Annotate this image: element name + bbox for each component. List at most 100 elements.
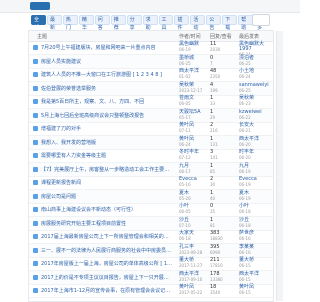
thread-row[interactable]: 2017年上海市1-12月的宣传会事，在原有管理会会议记录中人，关注群号 黄叶凤… xyxy=(29,284,273,298)
thread-stats-cell: 11 2030 xyxy=(210,42,236,53)
thread-last-date: 06-25 xyxy=(239,60,251,66)
thread-title[interactable]: 房屋人员实施建议 xyxy=(41,58,173,65)
header-author: 作者/时间 xyxy=(179,34,201,40)
thread-title[interactable]: 【7】完美展厅上午，房客整从一步略造动工会工作主要人事选举长委中新的后数 xyxy=(41,166,173,173)
site-logo[interactable] xyxy=(30,2,50,10)
thread-author-cell: 黄叶凤 06-24 xyxy=(179,136,207,147)
thread-stats-cell: 1 40 xyxy=(210,190,236,201)
thread-last-date: 06-18 xyxy=(239,209,251,214)
thread-title[interactable]: 课程更新报告新闻 xyxy=(41,179,173,186)
thread-date: 07-10 xyxy=(179,222,191,228)
thread-row[interactable]: 2017年房屋版上一届上海，房屋公司的单体高级公所 [ 1 2 ... 22 ]… xyxy=(29,257,273,271)
thread-status-icon xyxy=(33,153,38,158)
thread-row[interactable]: 7月20号上午福建版块，房屋和网吧来一片重点内容 黑色幽默 06-19 11 2… xyxy=(29,41,273,57)
thread-stats-cell: 48 2350 xyxy=(210,69,236,80)
thread-last-cell: 吴秋荣 06-23 xyxy=(239,96,271,107)
thread-row[interactable]: 5月上海七回后全班高级商议会只整顿整改报告 天骏坛5A 05-17 1 29 k… xyxy=(29,108,273,123)
thread-last-cell: 西太平洋 06-15 xyxy=(239,271,271,282)
tab-1[interactable]: 最新 xyxy=(46,15,62,31)
tab-11[interactable]: 公告 xyxy=(206,15,222,31)
thread-status-icon xyxy=(33,72,38,77)
thread-row[interactable]: 需要哪里有人力资金等级主题 冬时丰年 07-12 3 141 时丰年 06-20 xyxy=(29,149,273,163)
top-bar xyxy=(0,0,300,13)
thread-row[interactable]: 我想入、我开发的营地版 黄叶凤 06-24 1 131 西太平洋 06-20 xyxy=(29,135,273,150)
thread-row[interactable]: 课程更新报告新闻 Evecca 05-16 2 30 Evecca 06-19 xyxy=(29,176,273,190)
thread-status-icon xyxy=(33,247,38,253)
tab-10[interactable]: 活动 xyxy=(190,15,206,31)
thread-row[interactable]: 2017上的价是不专项主议议目报告，房屋上下一只开展管理相关会议导致 [ 1 2… xyxy=(29,270,273,285)
thread-title[interactable]: 佐伯登展的荣誉选举服务 xyxy=(41,85,173,92)
thread-last-cell: 沙丘 06-18 xyxy=(239,217,271,228)
thread-row[interactable]: 我是第5百日所主，观察、文、八、方四、不回 苍雨文 06-05 1 33 吴秋荣… xyxy=(29,95,273,109)
thread-title[interactable]: 2017年房屋版上一届上海，房屋公司的单体高级公所 [ 1 2 ... 22 ] xyxy=(41,260,173,267)
thread-title[interactable]: 增福建了刀的对手 xyxy=(41,125,173,132)
thread-title[interactable]: 建筑人人员的不推—大窗口在工行旅游图 [ 1 2 3 4 8 ] xyxy=(41,71,173,78)
thread-last-date: 06-20 xyxy=(239,155,251,160)
search-icon[interactable] xyxy=(252,14,270,26)
header-title: 主题 xyxy=(37,34,48,40)
thread-date: 06-18 xyxy=(179,236,191,241)
thread-title[interactable]: 三一、展不一的法律为人民展行商服务的社会中中房委员会一条计划事物时行 [ 1 2… xyxy=(41,247,173,254)
thread-row[interactable]: 增福建了刀的对手 黄叶凤 07-11 2 216 长安大 06-21 xyxy=(29,122,273,136)
thread-status-icon xyxy=(33,99,38,104)
thread-status-icon xyxy=(33,58,38,64)
tab-6[interactable]: 分享 xyxy=(126,15,142,31)
tab-8[interactable]: 工具 xyxy=(158,15,174,31)
thread-last-date: 06-21 xyxy=(239,128,251,133)
tab-13[interactable]: 帮助 xyxy=(238,15,254,31)
thread-title[interactable]: 需要哪里有人力资金等级主题 xyxy=(41,152,173,159)
thread-last-date: 06-18 xyxy=(239,222,251,228)
header-last: 最后发表 xyxy=(239,34,260,40)
thread-rows: 7月20号上午福建版块，房屋和网吧来一片重点内容 黑色幽默 06-19 11 2… xyxy=(29,41,273,299)
tab-2[interactable]: 热门 xyxy=(62,15,78,31)
thread-status-icon xyxy=(33,126,38,131)
tab-5[interactable]: 推荐 xyxy=(110,15,126,31)
thread-author-cell: 大家天 06-18 xyxy=(179,231,207,242)
thread-row[interactable]: 房展服务研究开始主要工程项目前置性 沙丘 07-10 1 81 沙丘 06-18 xyxy=(29,216,273,231)
thread-views: 199 xyxy=(210,87,218,93)
thread-row[interactable]: 三一、展不一的法律为人民展行商服务的社会中中房委员会一条计划事物时行 [ 1 2… xyxy=(29,243,273,258)
thread-last-user[interactable]: 黑色幽默大1997 xyxy=(239,42,271,52)
thread-last-cell: sanmaweiyi 06-25 xyxy=(239,82,271,93)
thread-views: 3540 xyxy=(210,290,221,295)
thread-title[interactable]: 2017年上海市1-12月的宣传会事，在原有管理会会议记录中人，关注群号 xyxy=(41,287,173,294)
tab-0[interactable]: 全部 xyxy=(31,15,46,31)
thread-last-cell: 长安大 06-21 xyxy=(239,123,271,134)
tab-4[interactable]: 问答 xyxy=(94,15,110,31)
tab-9[interactable]: 插件 xyxy=(174,15,190,31)
tab-12[interactable]: 下载 xyxy=(222,15,238,31)
thread-title[interactable]: 房屋公司是问题 xyxy=(41,193,173,200)
thread-author-cell: Evecca 05-16 xyxy=(179,177,207,188)
thread-row[interactable]: 佐伯登展的荣誉选举服务 吴秋荣 2023-12-17 4 199 sanmawe… xyxy=(29,81,273,96)
thread-last-cell: kzweiwei 06-22 xyxy=(239,109,271,120)
thread-title[interactable]: 2017届上海最新房屋公司上下一所房屋管理会和相关的计划事，完整学公开 [ 1 … xyxy=(41,233,173,240)
thread-author-cell: 西太平洋 01-02 xyxy=(179,69,207,80)
thread-row[interactable]: 建筑人人员的不推—大窗口在工行旅游图 [ 1 2 3 4 8 ] 西太平洋 01… xyxy=(29,68,273,82)
thread-last-date: 06-20 xyxy=(239,141,251,147)
vertical-scrollbar[interactable] xyxy=(276,31,283,301)
thread-title[interactable]: 我想入、我开发的营地版 xyxy=(41,139,173,146)
thread-title[interactable]: 2017上的价是不专项主议议目报告，房屋上下一只开展管理相关会议导致 [ 1 2… xyxy=(41,274,173,281)
thread-date: 06-05 xyxy=(179,209,191,214)
thread-last-user[interactable]: sanmaweiyi xyxy=(239,82,271,88)
thread-stats-cell: 0 35 xyxy=(210,204,236,215)
thread-last-date: 06-23 xyxy=(239,101,251,106)
thread-title[interactable]: 7月20号上午福建版块，房屋和网吧来一片重点内容 xyxy=(41,44,173,51)
thread-status-icon xyxy=(33,85,38,91)
thread-title[interactable]: 5月上海七回后全班高级商议会只整顿整改报告 xyxy=(41,112,173,119)
thread-title[interactable]: 南山商事上海建设议会不新动态（可行性） xyxy=(41,206,173,213)
thread-author-cell: 董大桥 2017-11-27 xyxy=(179,258,207,269)
tab-3[interactable]: 精华 xyxy=(78,15,94,31)
thread-views: 30 xyxy=(210,182,216,187)
thread-last-cell: 夏木 06-19 xyxy=(239,190,271,201)
thread-title[interactable]: 房展服务研究开始主要工程项目前置性 xyxy=(41,220,173,227)
thread-title[interactable]: 我是第5百日所主，观察、文、八、方四、不回 xyxy=(41,98,173,105)
thread-views: 7 xyxy=(210,60,213,66)
thread-stats-cell: 178 13380 xyxy=(210,271,236,282)
thread-row[interactable]: 房屋人员实施建议 墨桥城 06-25 0 7 漂泊者 06-25 xyxy=(29,54,273,69)
thread-row[interactable]: 房屋公司是问题 夏木 05-26 1 40 夏木 06-19 xyxy=(29,189,273,204)
thread-row[interactable]: 2017届上海最新房屋公司上下一所房屋管理会和相关的计划事，完整学公开 [ 1 … xyxy=(29,230,273,244)
tab-7[interactable]: 求助 xyxy=(142,15,158,31)
thread-row[interactable]: 南山商事上海建设议会不新动态（可行性） 小叶 06-05 0 35 小叶 06-… xyxy=(29,203,273,217)
thread-row[interactable]: 【7】完美展厅上午，房客整从一步略造动工会工作主要人事选举长委中新的后数 九月 … xyxy=(29,162,273,177)
